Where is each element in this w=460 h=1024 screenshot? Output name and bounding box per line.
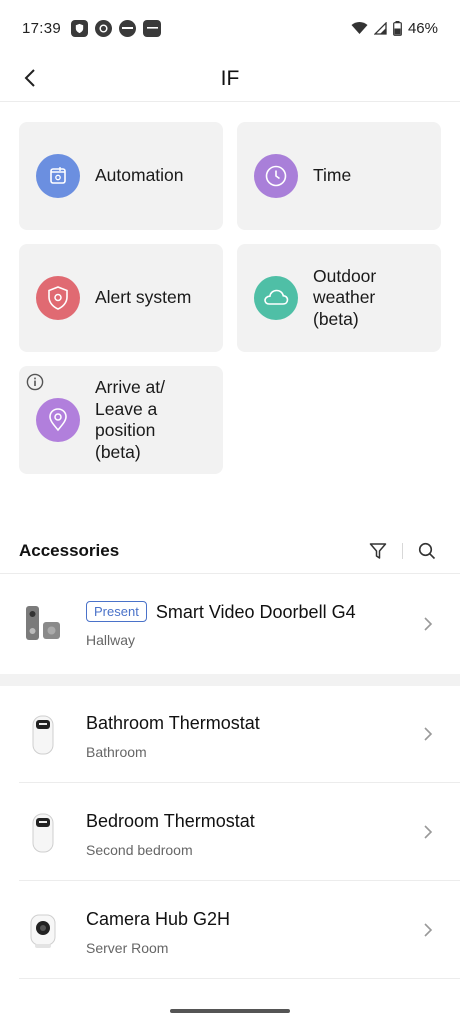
location-pin-icon [36,398,80,442]
accessories-title: Accessories [19,540,120,560]
camera-device-icon [22,908,64,954]
row-divider [19,978,460,979]
tile-outdoor-weather-label: Outdoor weather (beta) [313,265,377,329]
shield-notification-icon [71,19,89,37]
accessories-header: Accessories [0,528,460,574]
filter-button[interactable] [364,537,392,565]
accessory-row-bedroom-thermostat[interactable]: Bedroom Thermostat Second bedroom [0,784,460,882]
tile-arrive-leave-position[interactable]: Arrive at/ Leave a position (beta) [19,366,223,474]
back-button[interactable] [16,64,44,92]
cloud-icon [254,276,298,320]
accessories-tools [364,537,441,565]
clock-icon [254,154,298,198]
tile-automation-label: Automation [95,165,184,186]
row-divider [19,782,460,783]
status-bar: 17:39 46% [0,0,460,56]
tile-automation[interactable]: Automation [19,122,223,230]
tile-alert-system-label: Alert system [95,287,192,308]
cellular-signal-icon [373,21,387,35]
accessory-row-doorbell[interactable]: Present Smart Video Doorbell G4 Hallway [0,576,460,674]
battery-icon [393,20,402,36]
aqara-notification-icon [143,19,162,37]
accessory-row-bathroom-thermostat[interactable]: Bathroom Thermostat Bathroom [0,686,460,784]
status-time: 17:39 [22,19,62,37]
accessory-room: Server Room [86,940,169,956]
search-button[interactable] [413,537,441,565]
chevron-right-icon [424,617,433,631]
accessory-room: Hallway [86,632,136,648]
yale-notification-icon [119,19,137,37]
accessory-row-camera-hub[interactable]: Camera Hub G2H Server Room [0,882,460,980]
battery-percentage: 46% [407,19,438,37]
top-app-bar: IF [0,56,460,102]
accessory-name: Camera Hub G2H [86,909,231,929]
accessory-name: Bathroom Thermostat [86,713,260,733]
chevron-right-icon [424,923,433,937]
system-status: 46% [351,20,438,37]
wifi-icon [351,22,368,34]
home-indicator[interactable] [170,1009,290,1013]
accessory-name-text: Smart Video Doorbell G4 [155,602,356,622]
thermostat-device-icon [22,712,64,758]
tile-alert-system[interactable]: Alert system [19,244,223,352]
back-arrow-icon [24,69,35,87]
tile-outdoor-weather[interactable]: Outdoor weather (beta) [237,244,441,352]
tile-arrive-leave-position-label: Arrive at/ Leave a position (beta) [95,377,166,462]
page-title: IF [220,66,240,90]
chevron-right-icon [424,727,433,741]
filter-icon [369,542,387,559]
tile-time-label: Time [313,165,352,186]
section-divider [0,674,460,686]
shield-icon [36,276,80,320]
thermostat-device-icon [22,810,64,856]
status-badge: Present [86,601,147,622]
doorbell-device-icon [22,601,64,647]
accessory-room: Second bedroom [86,842,193,858]
accessory-room: Bathroom [86,744,147,760]
row-divider [19,880,460,881]
ring-notification-icon [95,19,113,37]
notification-icons [71,19,162,37]
tool-divider [402,542,403,559]
tile-time[interactable]: Time [237,122,441,230]
accessory-name: Bedroom Thermostat [86,811,255,831]
accessory-name: Present Smart Video Doorbell G4 [86,601,356,624]
search-icon [418,542,436,559]
chevron-right-icon [424,825,433,839]
automation-icon [36,154,80,198]
info-icon[interactable] [26,373,44,391]
